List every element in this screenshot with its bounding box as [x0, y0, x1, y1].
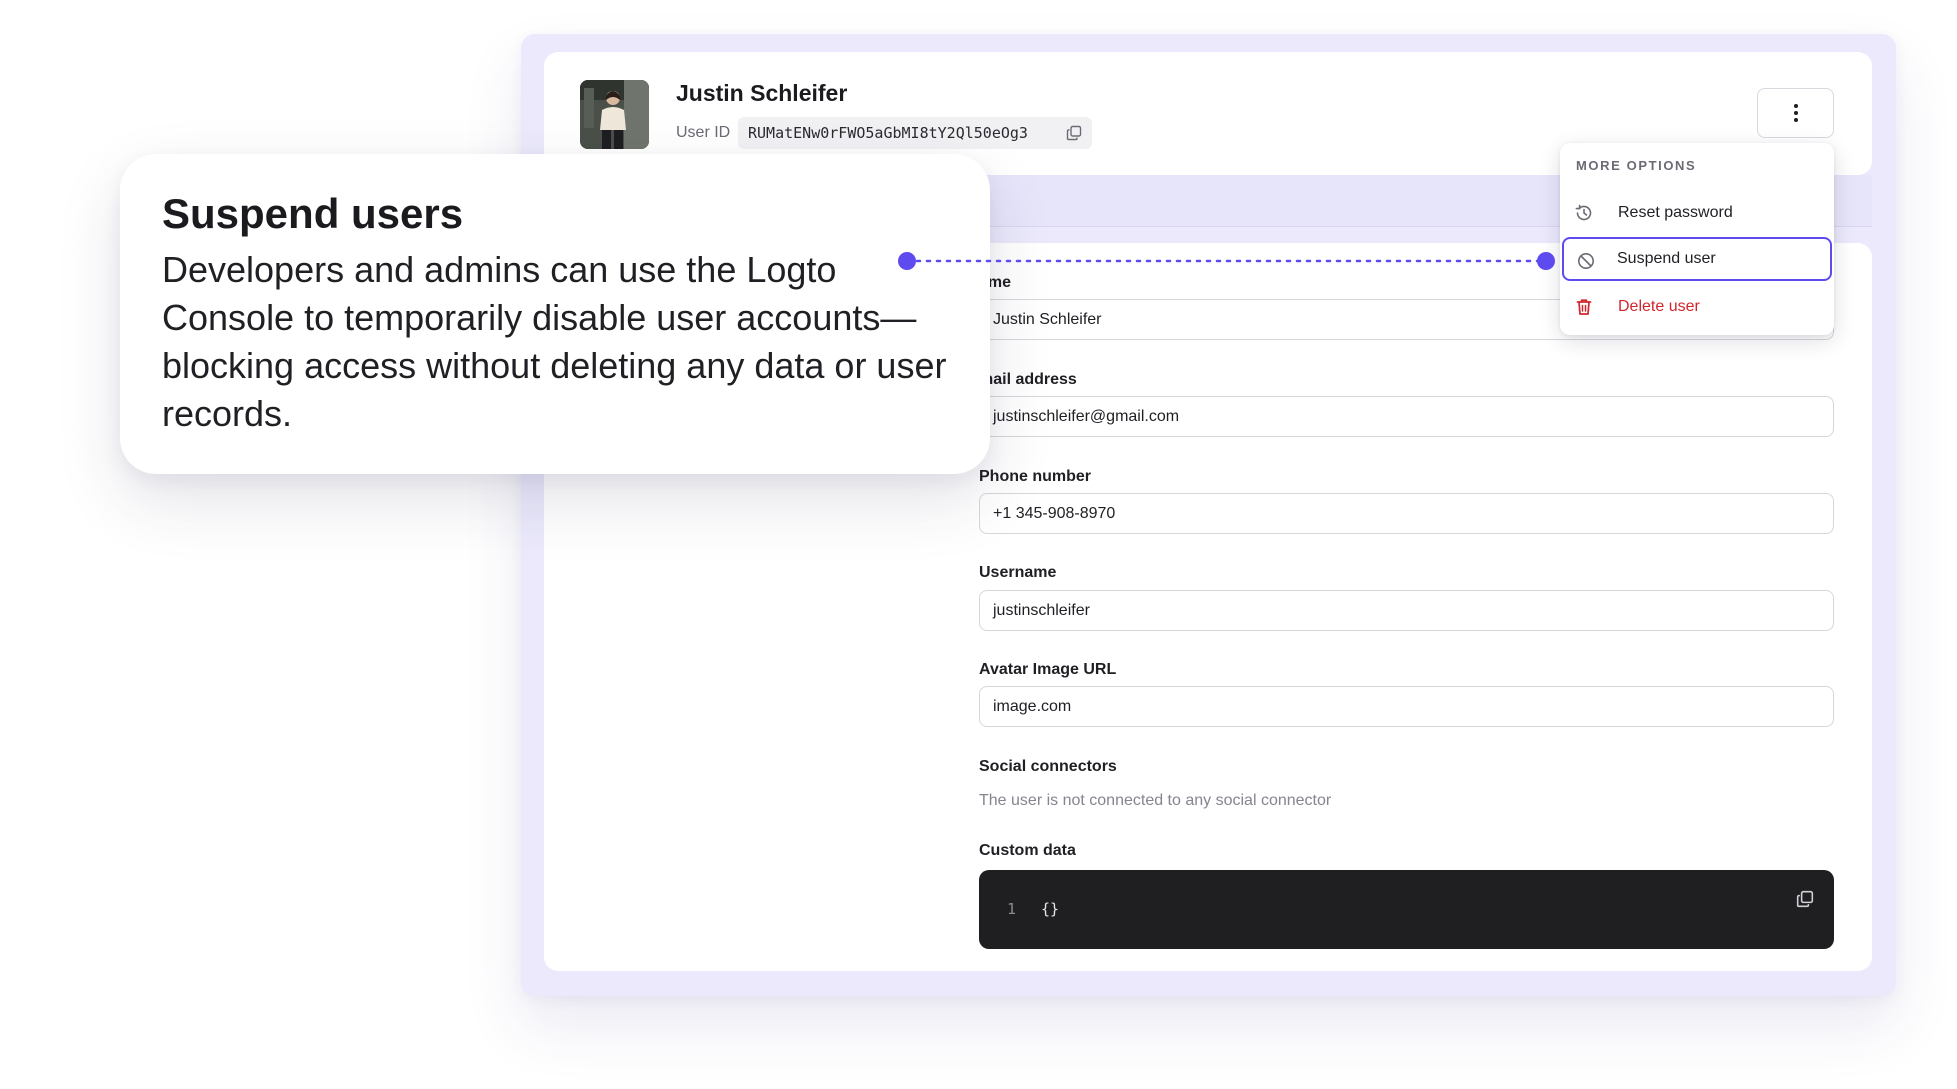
copy-icon[interactable]	[1066, 125, 1082, 141]
custom-data-code[interactable]: {}	[1041, 900, 1059, 918]
line-number: 1	[1007, 900, 1017, 918]
history-icon	[1575, 204, 1592, 221]
trash-icon	[1576, 299, 1592, 315]
email-field[interactable]: justinschleifer@gmail.com	[979, 396, 1834, 437]
social-connectors-empty: The user is not connected to any social …	[979, 792, 1332, 809]
menu-title: MORE OPTIONS	[1576, 158, 1697, 173]
username-field[interactable]: justinschleifer	[979, 590, 1834, 631]
user-name: Justin Schleifer	[676, 80, 848, 106]
user-id-chip: RUMatENw0rFWO5aGbMI8tY2Ql50eOg3	[738, 117, 1092, 149]
menu-item-delete-user[interactable]: Delete user	[1562, 285, 1832, 329]
feature-callout: Suspend users Developers and admins can …	[120, 154, 990, 474]
menu-item-label: Reset password	[1618, 204, 1733, 221]
more-options-menu: MORE OPTIONS Reset password Suspend user…	[1560, 143, 1834, 335]
menu-item-label: Suspend user	[1617, 250, 1716, 267]
social-connectors-label: Social connectors	[979, 758, 1117, 775]
custom-data-editor[interactable]: 1 {}	[979, 870, 1834, 949]
more-vertical-icon	[1793, 104, 1798, 122]
phone-label: Phone number	[979, 468, 1092, 485]
more-options-button[interactable]	[1757, 88, 1834, 138]
callout-title: Suspend users	[162, 190, 464, 237]
phone-field[interactable]: +1 345-908-8970	[979, 493, 1834, 534]
menu-item-suspend-user[interactable]: Suspend user	[1562, 237, 1832, 281]
copy-icon[interactable]	[1796, 890, 1814, 908]
menu-item-reset-password[interactable]: Reset password	[1562, 191, 1832, 235]
avatar-url-label: Avatar Image URL	[979, 661, 1117, 678]
callout-body: Developers and admins can use the Logto …	[162, 249, 947, 434]
avatar-url-field[interactable]: image.com	[979, 686, 1834, 727]
user-id-label: User ID	[676, 124, 731, 141]
user-id-value: RUMatENw0rFWO5aGbMI8tY2Ql50eOg3	[748, 124, 1028, 142]
menu-item-label: Delete user	[1618, 298, 1700, 315]
avatar	[580, 80, 649, 149]
custom-data-label: Custom data	[979, 842, 1076, 859]
block-icon	[1578, 253, 1594, 269]
email-label: mail address	[979, 371, 1077, 388]
username-label: Username	[979, 564, 1057, 581]
